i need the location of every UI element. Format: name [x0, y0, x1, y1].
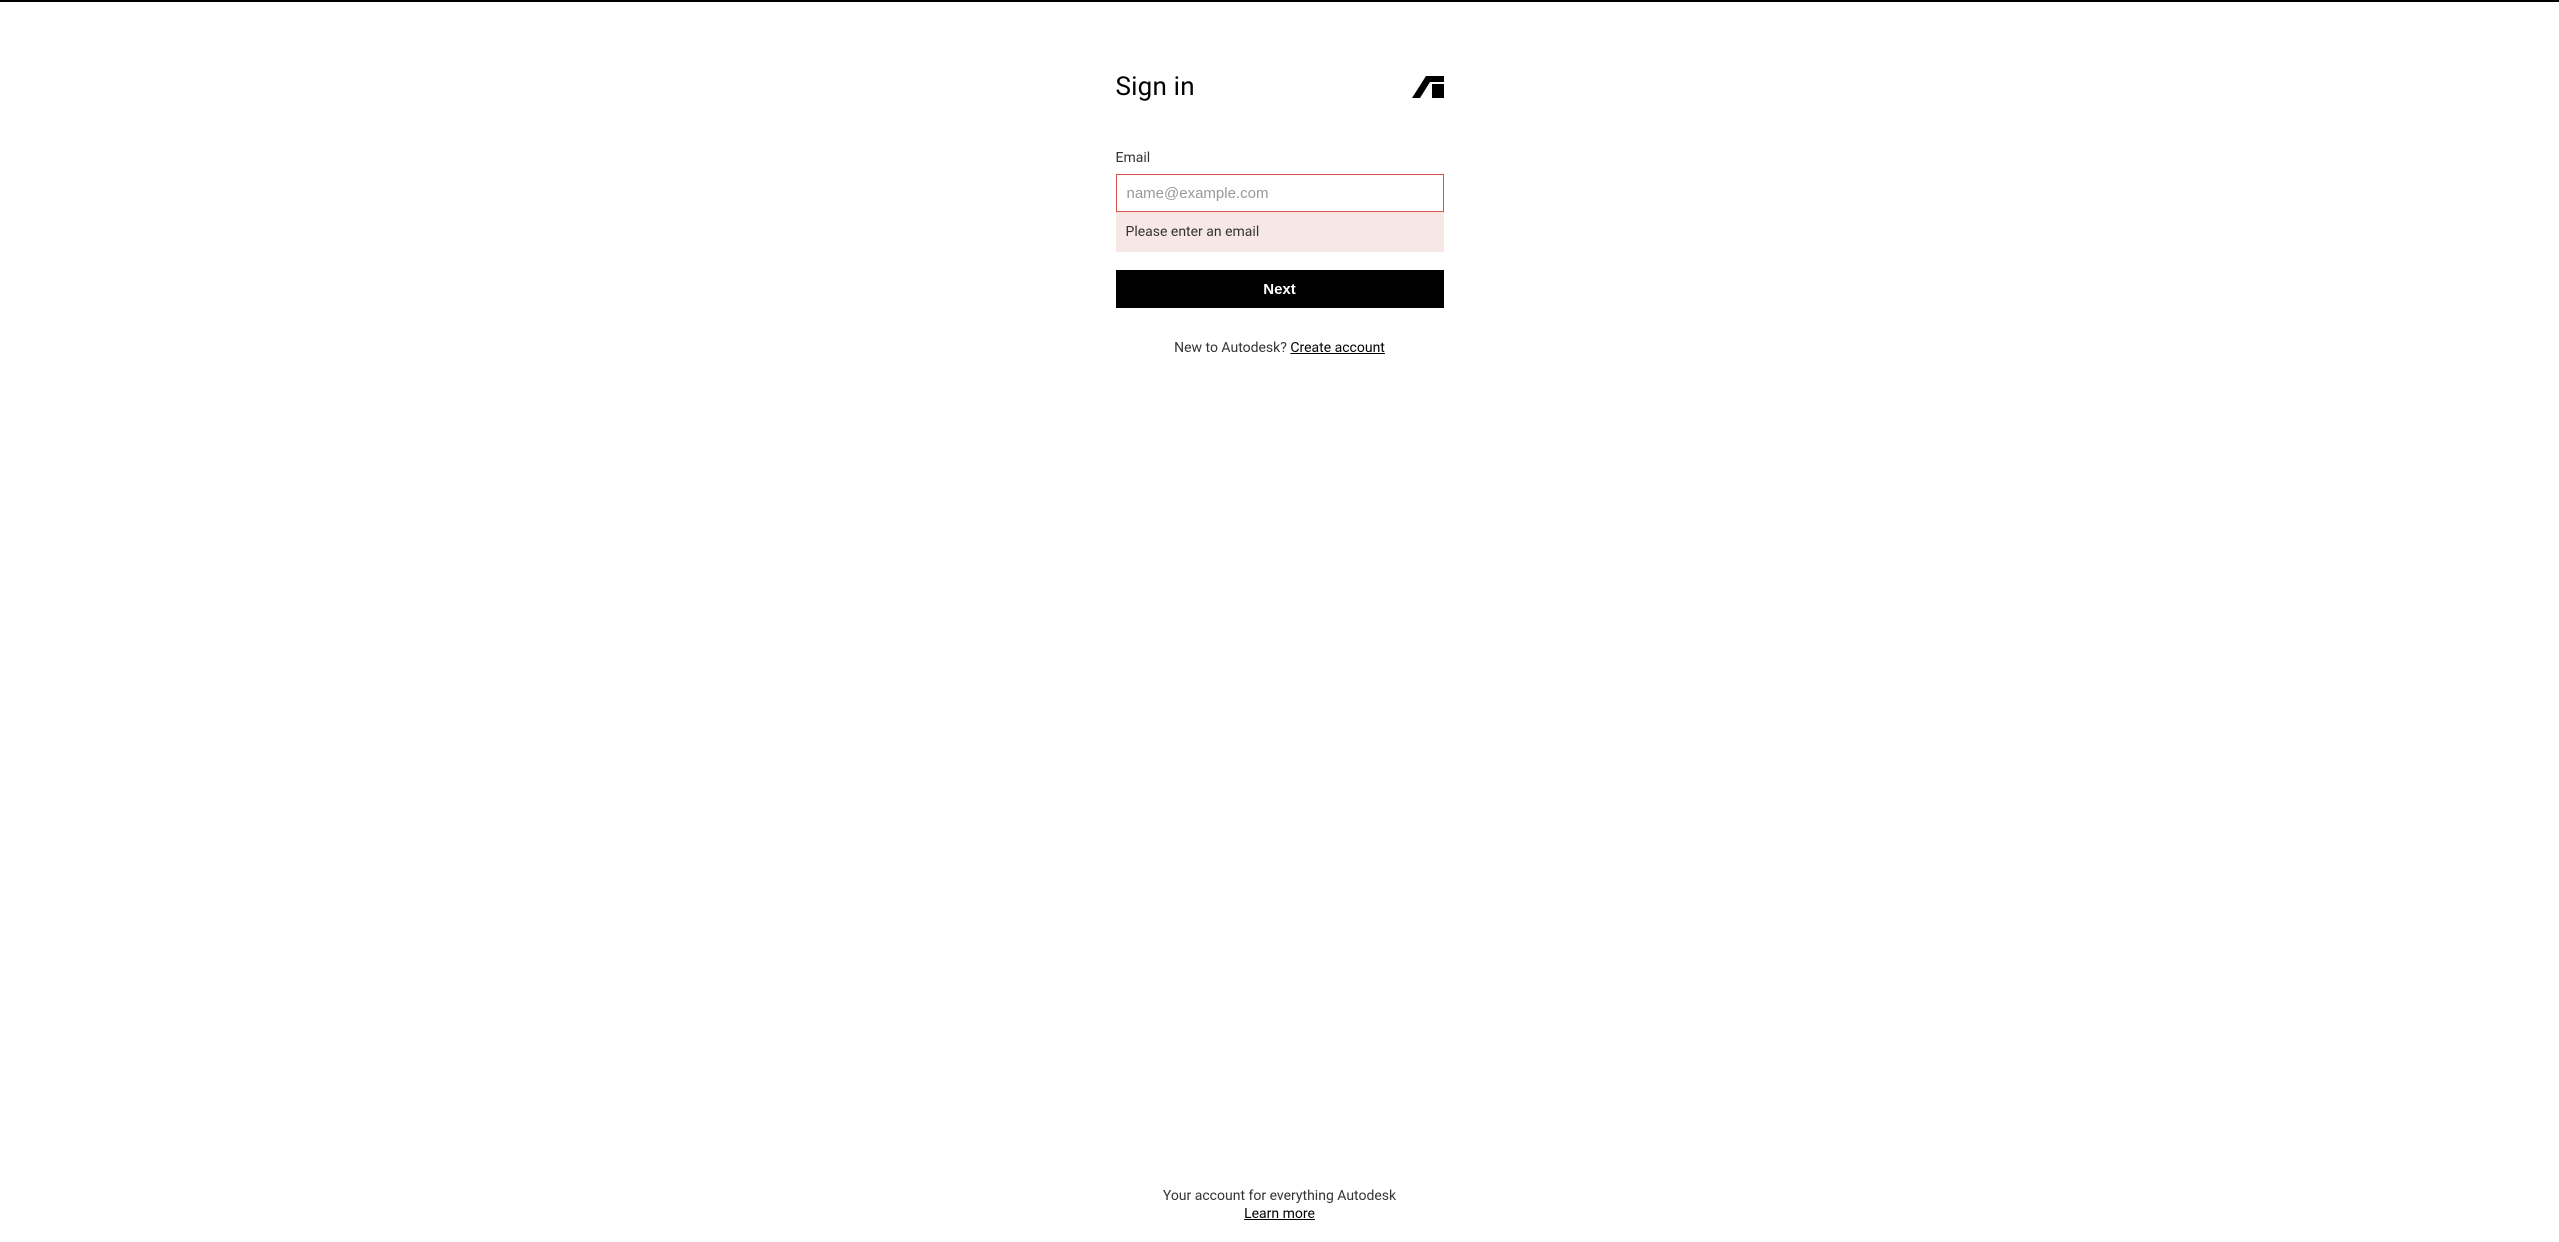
signin-form: Sign in Email Please enter an email Next…: [1116, 72, 1444, 356]
signup-prompt: New to Autodesk? Create account: [1116, 340, 1444, 356]
email-field[interactable]: [1116, 174, 1444, 212]
signup-prompt-text: New to Autodesk?: [1174, 340, 1290, 356]
footer: Your account for everything Autodesk Lea…: [0, 1188, 2559, 1222]
page-title: Sign in: [1116, 72, 1195, 102]
learn-more-link[interactable]: Learn more: [1244, 1206, 1315, 1222]
create-account-link[interactable]: Create account: [1290, 340, 1385, 356]
autodesk-logo-icon: [1412, 76, 1444, 98]
email-error-message: Please enter an email: [1116, 212, 1444, 252]
next-button[interactable]: Next: [1116, 270, 1444, 308]
email-label: Email: [1116, 150, 1444, 166]
signin-header: Sign in: [1116, 72, 1444, 102]
footer-tagline: Your account for everything Autodesk: [0, 1188, 2559, 1204]
